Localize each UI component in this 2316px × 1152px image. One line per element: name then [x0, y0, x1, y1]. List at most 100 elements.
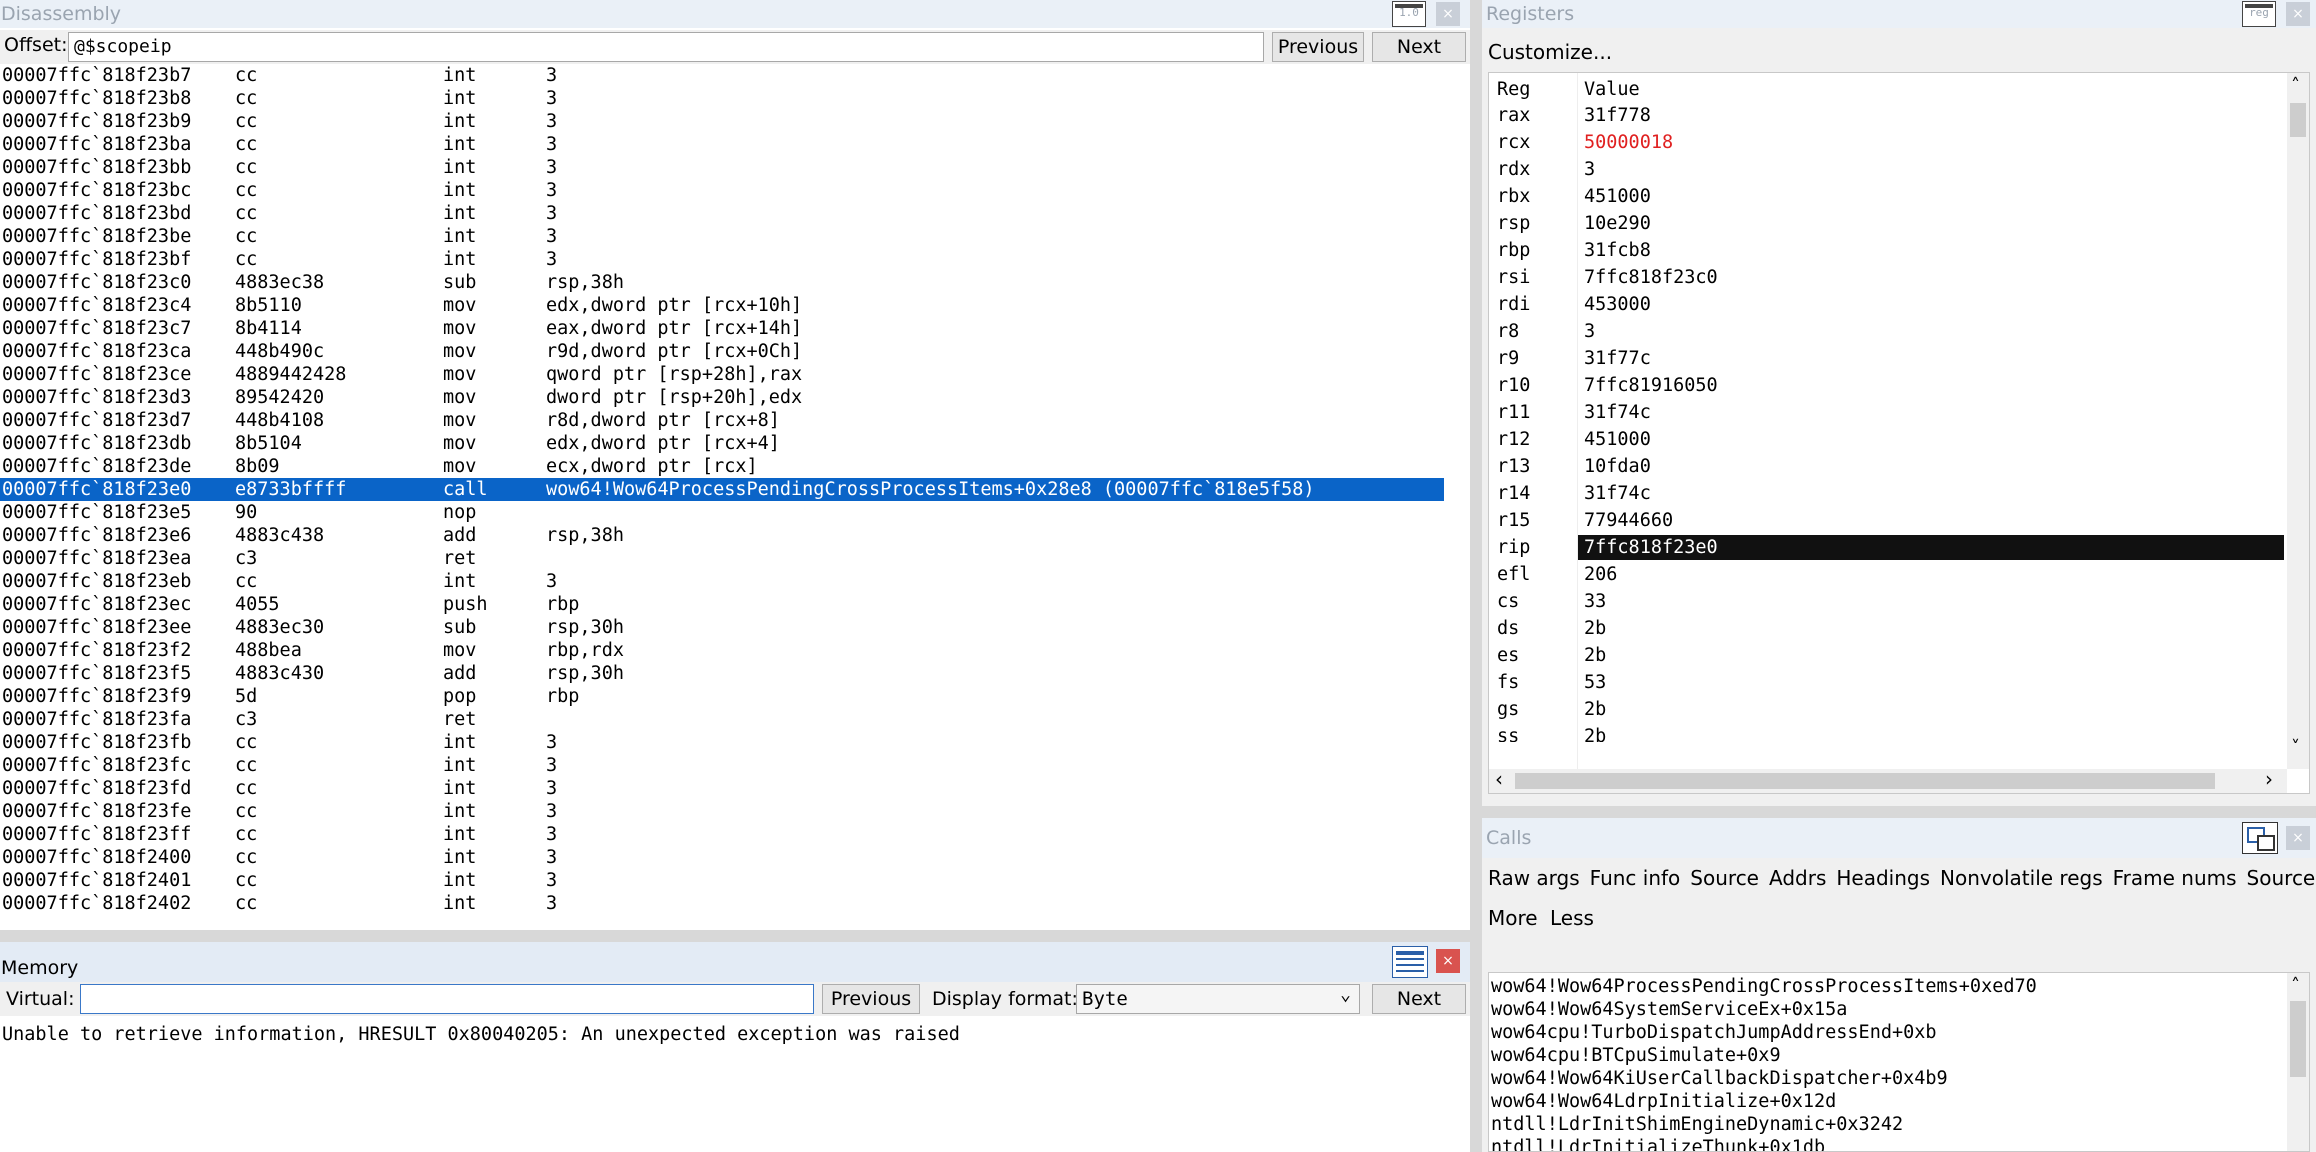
disassembly-line[interactable]: 00007ffc`818f23e5 90 nop	[0, 501, 1460, 524]
calls-option-addrs[interactable]: Addrs	[1769, 866, 1826, 890]
disassembly-line[interactable]: 00007ffc`818f23fc cc int 3	[0, 754, 1460, 777]
disassembly-line[interactable]: 00007ffc`818f23d3 89542420 mov dword ptr [r…	[0, 386, 1460, 409]
calls-option-func-info[interactable]: Func info	[1590, 866, 1681, 890]
register-row-fs[interactable]: fs 53	[1489, 669, 2289, 696]
scroll-right-icon[interactable]: ›	[2265, 767, 2273, 791]
register-value[interactable]: 10e290	[1584, 210, 1651, 237]
disassembly-line[interactable]: 00007ffc`818f23bf cc int 3	[0, 248, 1460, 271]
register-value[interactable]: 50000018	[1584, 129, 1673, 156]
register-row-es[interactable]: es 2b	[1489, 642, 2289, 669]
disassembly-line[interactable]: 00007ffc`818f23f2 488bea mov rbp,rdx	[0, 639, 1460, 662]
register-value[interactable]: 2b	[1584, 723, 1606, 742]
disassembly-line[interactable]: 00007ffc`818f23c0 4883ec38 sub rsp,38h	[0, 271, 1460, 294]
disassembly-line[interactable]: 00007ffc`818f23f5 4883c430 add rsp,30h	[0, 662, 1460, 685]
call-frames[interactable]: wow64!Wow64ProcessPendingCrossProcessIte…	[1489, 975, 2279, 1151]
scroll-left-icon[interactable]: ‹	[1495, 767, 1503, 791]
disassembly-line[interactable]: 00007ffc`818f23ba cc int 3	[0, 133, 1460, 156]
register-row-rbx[interactable]: rbx 451000	[1489, 183, 2289, 210]
register-value[interactable]: 2b	[1584, 615, 1606, 642]
register-value[interactable]: 31f778	[1584, 102, 1651, 129]
calls-vscroll-thumb[interactable]	[2290, 1001, 2306, 1077]
disassembly-line[interactable]: 00007ffc`818f23fb cc int 3	[0, 731, 1460, 754]
registers-hscrollbar[interactable]: ‹ ›	[1489, 767, 2287, 793]
memory-next-button[interactable]: Next	[1372, 984, 1466, 1014]
register-row-rip[interactable]: rip 7ffc818f23e0	[1489, 534, 2289, 561]
register-row-rdi[interactable]: rdi 453000	[1489, 291, 2289, 318]
calls-option-frame-nums[interactable]: Frame nums	[2113, 866, 2237, 890]
call-frame[interactable]: wow64cpu!BTCpuSimulate+0x9	[1489, 1044, 2279, 1067]
disassembly-line[interactable]: 00007ffc`818f23de 8b09 mov ecx,dword ptr [r…	[0, 455, 1460, 478]
disassembly-line[interactable]: 00007ffc`818f2401 cc int 3	[0, 869, 1460, 892]
disassembly-line[interactable]: 00007ffc`818f23ec 4055 push rbp	[0, 593, 1460, 616]
call-frame[interactable]: ntdll!LdrInitializeThunk+0x1db	[1489, 1136, 2279, 1151]
register-value[interactable]: 453000	[1584, 291, 1651, 318]
registers-titlebar[interactable]: Registers reg ×	[1482, 0, 2316, 28]
register-row-r12[interactable]: r12 451000	[1489, 426, 2289, 453]
calls-less-link[interactable]: Less	[1550, 906, 1594, 930]
disassembly-line[interactable]: 00007ffc`818f23fe cc int 3	[0, 800, 1460, 823]
register-value[interactable]: 451000	[1584, 426, 1651, 453]
right-horizontal-splitter[interactable]	[1482, 806, 2316, 818]
disassembly-titlebar[interactable]: Disassembly 1.0 ×	[0, 0, 1470, 28]
scroll-up-icon[interactable]: ˄	[2291, 75, 2300, 96]
vertical-splitter[interactable]	[1470, 0, 1482, 1152]
disassembly-line[interactable]: 00007ffc`818f23ea c3 ret	[0, 547, 1460, 570]
call-frame[interactable]: wow64!Wow64KiUserCallbackDispatcher+0x4b…	[1489, 1067, 2279, 1090]
disassembly-panel-icon[interactable]: 1.0	[1392, 1, 1426, 27]
register-value[interactable]: 3	[1584, 156, 1595, 183]
disassembly-line[interactable]: 00007ffc`818f23ff cc int 3	[0, 823, 1460, 846]
calls-option-nonvolatile-regs[interactable]: Nonvolatile regs	[1940, 866, 2103, 890]
disassembly-line[interactable]: 00007ffc`818f23eb cc int 3	[0, 570, 1460, 593]
calls-option-headings[interactable]: Headings	[1836, 866, 1930, 890]
calls-scroll-up-icon[interactable]: ˄	[2291, 975, 2300, 996]
register-row-ds[interactable]: ds 2b	[1489, 615, 2289, 642]
call-frame[interactable]: wow64!Wow64ProcessPendingCrossProcessIte…	[1489, 975, 2279, 998]
virtual-input[interactable]	[80, 984, 814, 1014]
calls-close-icon[interactable]: ×	[2286, 826, 2310, 850]
register-row-rsp[interactable]: rsp 10e290	[1489, 210, 2289, 237]
register-row-gs[interactable]: gs 2b	[1489, 696, 2289, 723]
register-value[interactable]: 53	[1584, 669, 1606, 696]
calls-option-raw-args[interactable]: Raw args	[1488, 866, 1580, 890]
register-row-rax[interactable]: rax 31f778	[1489, 102, 2289, 129]
calls-view-icon[interactable]	[2242, 822, 2278, 854]
disassembly-lines[interactable]: 00007ffc`818f23b7 cc int 3 00007ffc`818f23b8…	[0, 64, 1460, 915]
register-row-cs[interactable]: cs 33	[1489, 588, 2289, 615]
register-row-r9[interactable]: r9 31f77c	[1489, 345, 2289, 372]
disassembly-line[interactable]: 00007ffc`818f2400 cc int 3	[0, 846, 1460, 869]
register-value[interactable]: 2b	[1584, 642, 1606, 669]
scroll-down-icon[interactable]: ˅	[2291, 737, 2300, 758]
disassembly-line[interactable]: 00007ffc`818f23e6 4883c438 add rsp,38h	[0, 524, 1460, 547]
registers-vscroll-thumb[interactable]	[2290, 103, 2306, 137]
register-row-r8[interactable]: r8 3	[1489, 318, 2289, 345]
register-row-r11[interactable]: r11 31f74c	[1489, 399, 2289, 426]
register-value[interactable]: 31fcb8	[1584, 237, 1651, 264]
register-value[interactable]: 206	[1584, 561, 1617, 588]
disassembly-line[interactable]: 00007ffc`818f23c4 8b5110 mov edx,dword ptr …	[0, 294, 1460, 317]
register-row-r15[interactable]: r15 77944660	[1489, 507, 2289, 534]
registers-vscrollbar[interactable]: ˄ ˅	[2287, 73, 2309, 769]
calls-more-link[interactable]: More	[1488, 906, 1538, 930]
disassembly-line[interactable]: 00007ffc`818f23b9 cc int 3	[0, 110, 1460, 133]
registers-panel-icon[interactable]: reg	[2242, 1, 2276, 27]
disassembly-line[interactable]: 00007ffc`818f23bc cc int 3	[0, 179, 1460, 202]
disassembly-line[interactable]: 00007ffc`818f23d7 448b4108 mov r8d,dword pt…	[0, 409, 1460, 432]
call-frame[interactable]: wow64!Wow64SystemServiceEx+0x15a	[1489, 998, 2279, 1021]
disassembly-line[interactable]: 00007ffc`818f23b8 cc int 3	[0, 87, 1460, 110]
register-value[interactable]: 10fda0	[1584, 453, 1651, 480]
register-row-rsi[interactable]: rsi 7ffc818f23c0	[1489, 264, 2289, 291]
disassembly-previous-button[interactable]: Previous	[1272, 32, 1364, 62]
register-row-efl[interactable]: efl 206	[1489, 561, 2289, 588]
register-value[interactable]: 31f74c	[1584, 399, 1651, 426]
register-value[interactable]: 77944660	[1584, 507, 1673, 534]
register-value[interactable]: 2b	[1584, 696, 1606, 723]
register-row-rdx[interactable]: rdx 3	[1489, 156, 2289, 183]
calls-option-source-args[interactable]: Source args	[2247, 866, 2316, 890]
memory-previous-button[interactable]: Previous	[822, 984, 920, 1014]
register-value[interactable]: 7ffc818f23c0	[1584, 264, 1718, 291]
disassembly-line[interactable]: 00007ffc`818f23bb cc int 3	[0, 156, 1460, 179]
register-row-r14[interactable]: r14 31f74c	[1489, 480, 2289, 507]
register-rows[interactable]: rax 31f778 rcx 50000018 rdx 3 rbx 451000 rsp 10e2…	[1489, 102, 2289, 742]
call-frame[interactable]: ntdll!LdrInitShimEngineDynamic+0x3242	[1489, 1113, 2279, 1136]
disassembly-line[interactable]: 00007ffc`818f23bd cc int 3	[0, 202, 1460, 225]
